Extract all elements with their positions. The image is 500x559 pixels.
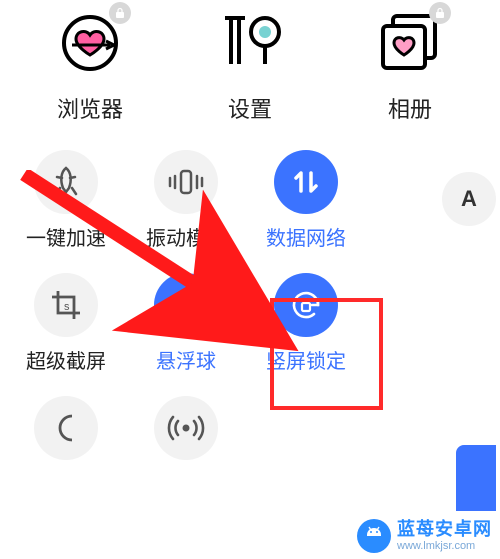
quick-settings-panel: 一键加速 振动模式 数据网络 s 超级截屏 悬浮球 (0, 144, 500, 476)
vibrate-icon (154, 150, 218, 214)
edit-tiles-button[interactable]: A (442, 172, 496, 226)
photo-stack-icon (375, 8, 445, 78)
tile-label: 振动模式 (146, 222, 226, 251)
target-circle-icon (154, 273, 218, 337)
tile-label: 悬浮球 (156, 345, 216, 374)
watermark-url: www.lmkjsr.com (397, 540, 492, 552)
lock-icon (429, 2, 451, 24)
heart-target-icon (55, 8, 125, 78)
watermark: 蓝苺安卓网 www.lmkjsr.com (357, 519, 492, 553)
rocket-icon (34, 150, 98, 214)
app-label: 相册 (388, 92, 432, 124)
tile-rotation-lock[interactable]: 竖屏锁定 (246, 273, 366, 374)
app-shortcut-row: 浏览器 设置 相册 (0, 0, 500, 144)
tile-row (6, 390, 494, 476)
tile-data-network[interactable]: 数据网络 (246, 150, 366, 251)
moon-icon (34, 396, 98, 460)
tile-label: 超级截屏 (26, 345, 106, 374)
tile-screenshot[interactable]: s 超级截屏 (6, 273, 126, 374)
tile-do-not-disturb[interactable] (6, 396, 126, 460)
tile-boost[interactable]: 一键加速 (6, 150, 126, 251)
lock-icon (109, 2, 131, 24)
app-settings[interactable]: 设置 (195, 8, 305, 124)
cutlery-icon (215, 8, 285, 78)
tile-label: 竖屏锁定 (266, 345, 346, 374)
tile-row: s 超级截屏 悬浮球 竖屏锁定 (6, 267, 494, 390)
rotation-lock-icon (274, 273, 338, 337)
svg-text:s: s (64, 301, 70, 313)
tile-float-ball[interactable]: 悬浮球 (126, 273, 246, 374)
app-label: 设置 (228, 92, 272, 124)
android-robot-icon (357, 519, 391, 553)
crop-icon: s (34, 273, 98, 337)
tile-label: 数据网络 (266, 222, 346, 251)
watermark-title: 蓝苺安卓网 (397, 520, 492, 540)
tile-hotspot[interactable] (126, 396, 246, 460)
app-label: 浏览器 (57, 92, 123, 124)
edit-button-label: A (461, 186, 477, 212)
app-gallery[interactable]: 相册 (355, 8, 465, 124)
hotspot-icon (154, 396, 218, 460)
tile-row: 一键加速 振动模式 数据网络 (6, 144, 494, 267)
tile-vibrate[interactable]: 振动模式 (126, 150, 246, 251)
tile-label: 一键加速 (26, 222, 106, 251)
app-browser[interactable]: 浏览器 (35, 8, 145, 124)
brightness-slider-handle[interactable] (456, 445, 496, 511)
tile-more[interactable] (246, 396, 366, 460)
data-arrows-icon (274, 150, 338, 214)
